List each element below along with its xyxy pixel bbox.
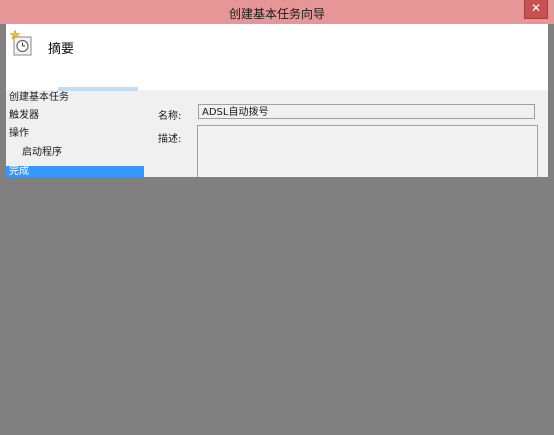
wizard-step-nav: 创建基本任务 触发器 操作 启动程序 完成 [6, 90, 144, 177]
nav-item-create-basic-task[interactable]: 创建基本任务 [9, 91, 69, 105]
nav-item-action[interactable]: 操作 [9, 127, 29, 141]
window-title: 创建基本任务向导 [228, 7, 325, 21]
description-label: 描述: [158, 134, 182, 145]
nav-item-finish[interactable]: 完成 [6, 166, 144, 177]
nav-item-start-program[interactable]: 启动程序 [22, 146, 62, 160]
page-title: 摘要 [48, 42, 75, 57]
task-scheduler-clock-icon [8, 29, 34, 57]
wizard-header: 摘要 [6, 24, 548, 90]
wizard-content: 创建基本任务 触发器 操作 启动程序 完成 名称: ADSL自动拨号 描述: [6, 90, 548, 177]
task-wizard-window: 创建基本任务向导 ✕ 摘要 创建基本任务 触发器 操作 启动程序 完成 名称: … [0, 0, 554, 435]
close-icon: ✕ [530, 1, 542, 15]
description-field[interactable] [197, 125, 538, 177]
name-field[interactable]: ADSL自动拨号 [198, 104, 535, 119]
title-bar[interactable]: 创建基本任务向导 ✕ [0, 0, 554, 24]
selection-highlight-fragment [58, 87, 138, 91]
close-button[interactable]: ✕ [524, 0, 548, 19]
nav-item-trigger[interactable]: 触发器 [9, 109, 39, 123]
name-label: 名称: [158, 111, 182, 122]
